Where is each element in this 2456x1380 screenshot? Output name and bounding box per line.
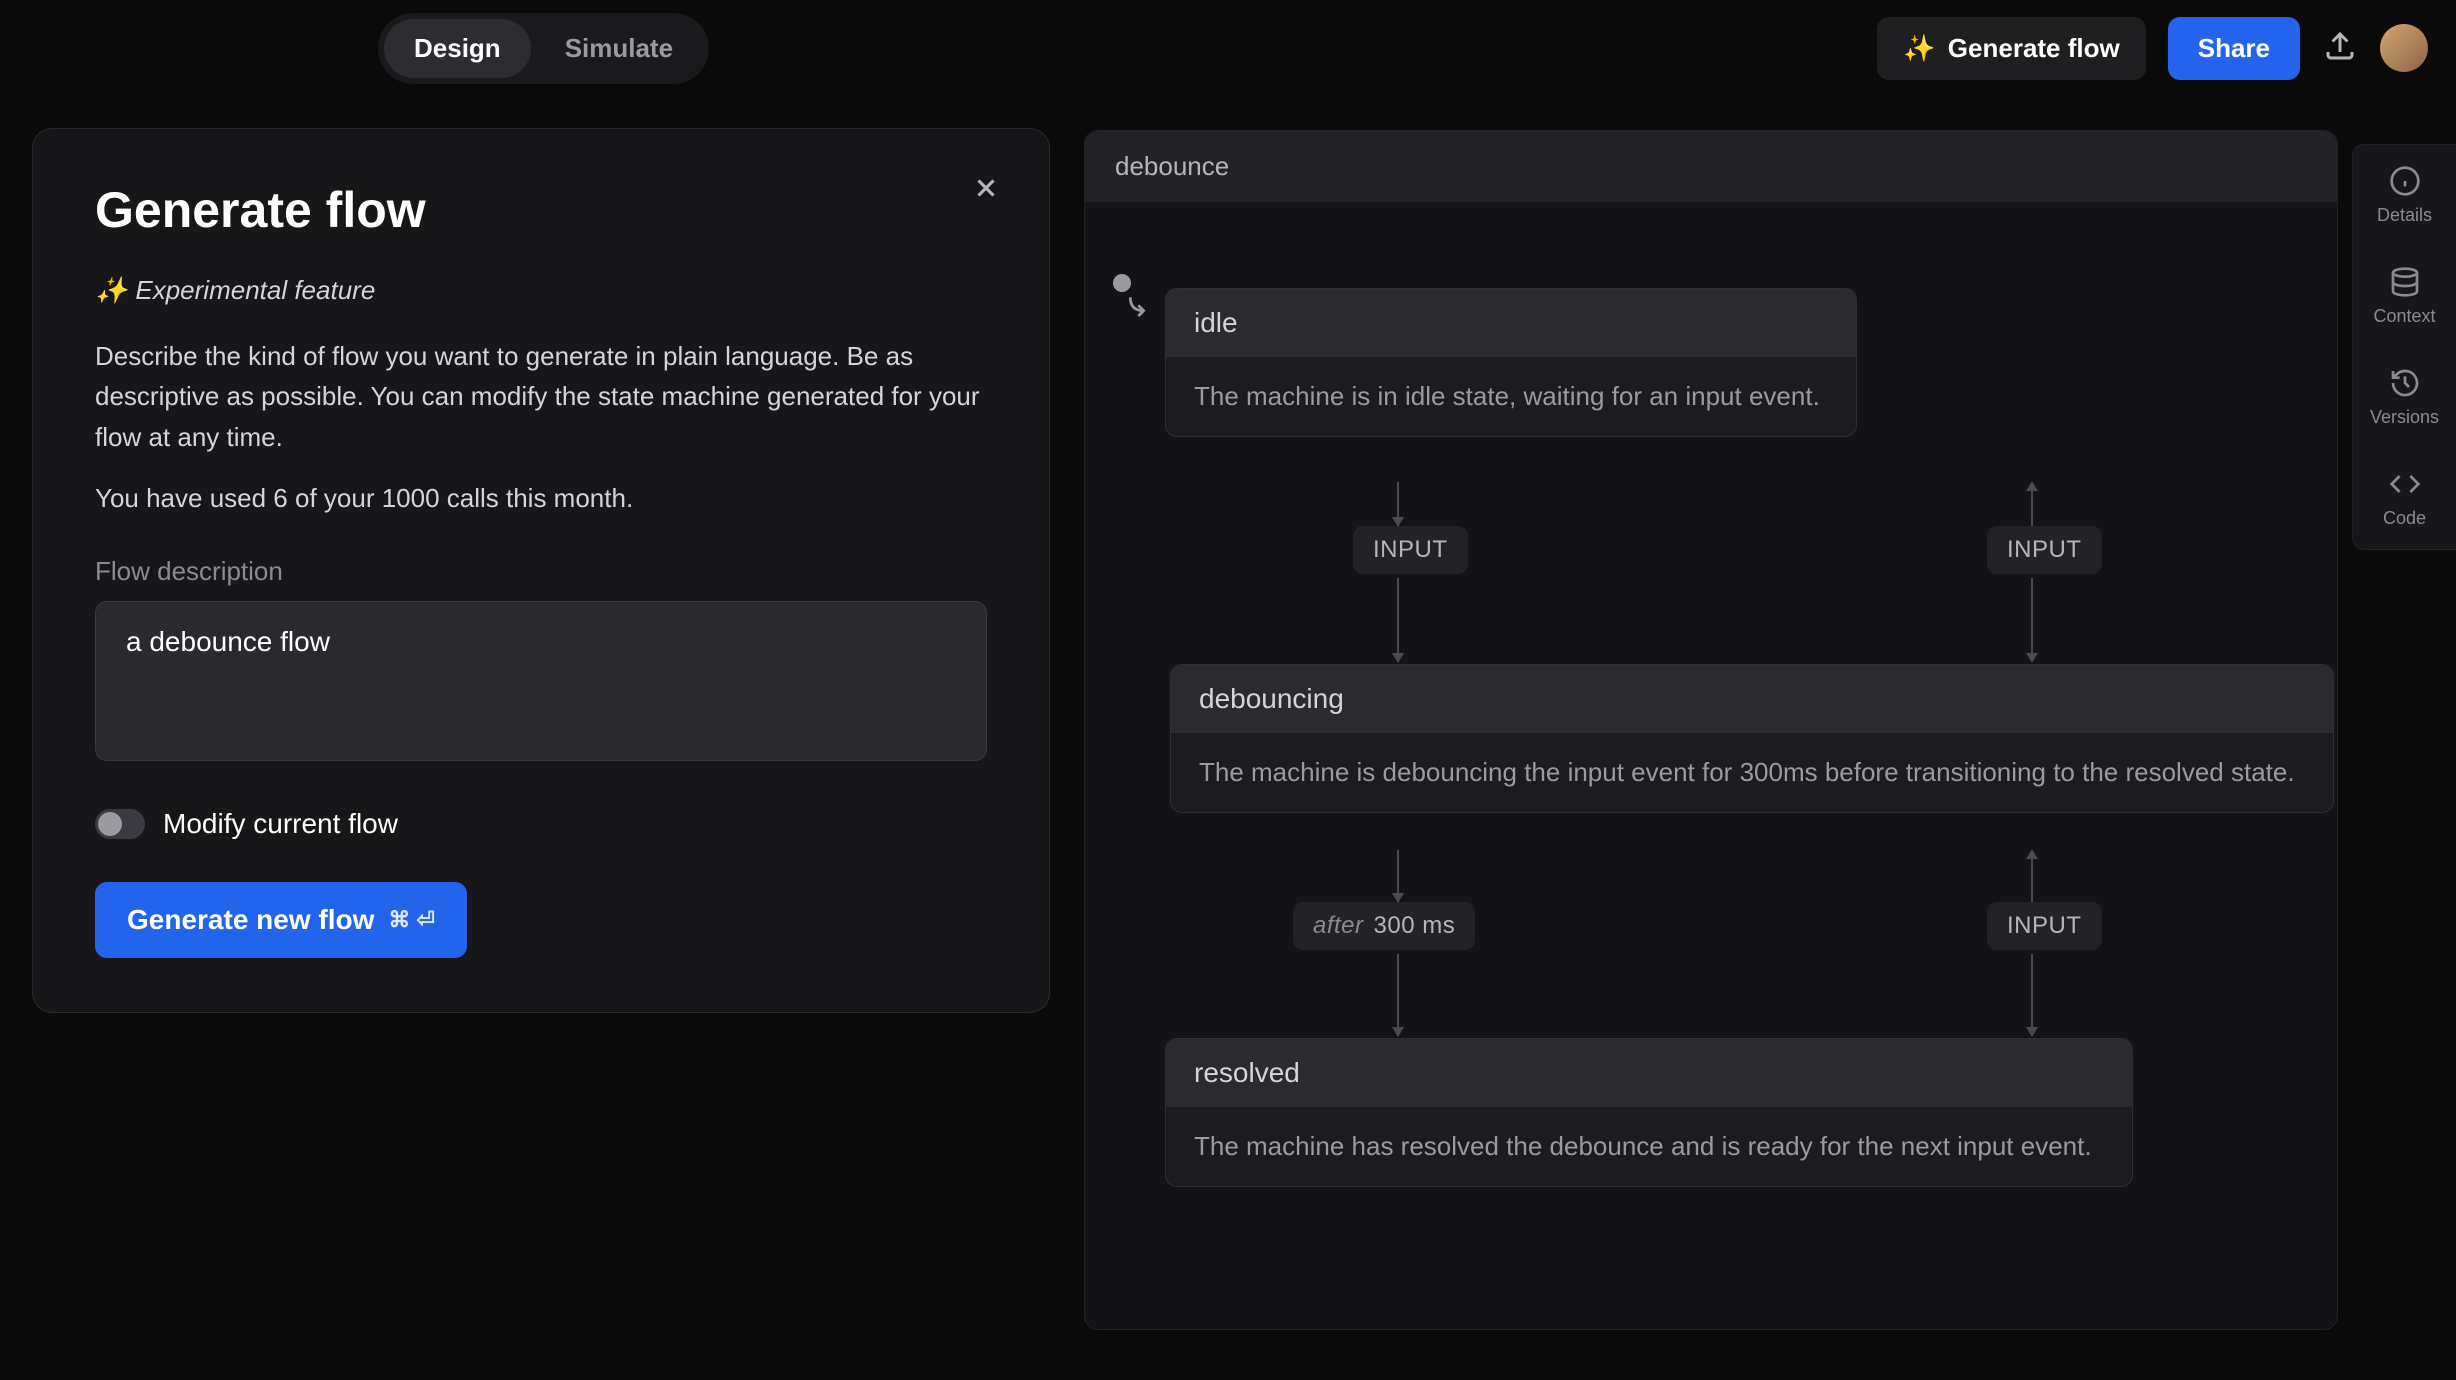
transition-input-3[interactable]: INPUT bbox=[1987, 902, 2102, 950]
tab-simulate[interactable]: Simulate bbox=[535, 19, 703, 78]
arrow-icon bbox=[2031, 482, 2033, 526]
sidebar-item-label: Code bbox=[2383, 508, 2426, 529]
modify-toggle-label: Modify current flow bbox=[163, 808, 398, 840]
sidebar-item-label: Context bbox=[2373, 306, 2435, 327]
state-debouncing-title: debouncing bbox=[1171, 665, 2333, 733]
arrow-icon bbox=[1397, 954, 1399, 1036]
sidebar-item-details[interactable]: Details bbox=[2353, 145, 2456, 246]
state-idle-desc: The machine is in idle state, waiting fo… bbox=[1166, 357, 1856, 436]
modify-current-flow-toggle[interactable] bbox=[95, 809, 145, 839]
initial-arrow-icon bbox=[1125, 292, 1157, 329]
tab-design[interactable]: Design bbox=[384, 19, 531, 78]
after-keyword: after bbox=[1313, 912, 1364, 939]
sidebar-item-context[interactable]: Context bbox=[2353, 246, 2456, 347]
arrow-icon bbox=[2031, 954, 2033, 1036]
generate-button-label: Generate new flow bbox=[127, 904, 374, 936]
close-icon[interactable] bbox=[971, 173, 1001, 208]
arrow-icon bbox=[1397, 850, 1399, 902]
generate-new-flow-button[interactable]: Generate new flow ⌘ ⏎ bbox=[95, 882, 467, 958]
shortcut-hint: ⌘ ⏎ bbox=[388, 907, 435, 933]
info-icon bbox=[2389, 165, 2421, 197]
state-idle-title: idle bbox=[1166, 289, 1856, 357]
generate-flow-label: Generate flow bbox=[1948, 33, 2120, 64]
state-canvas[interactable]: debounce idle The machine is in idle sta… bbox=[1084, 130, 2338, 1330]
state-debouncing-desc: The machine is debouncing the input even… bbox=[1171, 733, 2333, 812]
right-sidebar: Details Context Versions Code bbox=[2352, 144, 2456, 550]
experimental-label: Experimental feature bbox=[135, 275, 375, 306]
database-icon bbox=[2389, 266, 2421, 298]
state-debouncing[interactable]: debouncing The machine is debouncing the… bbox=[1170, 664, 2334, 813]
after-value: 300 ms bbox=[1374, 912, 1456, 939]
modal-title: Generate flow bbox=[95, 181, 987, 239]
sidebar-item-code[interactable]: Code bbox=[2353, 448, 2456, 549]
initial-state-dot bbox=[1113, 274, 1131, 292]
canvas-title[interactable]: debounce bbox=[1085, 131, 2337, 202]
modify-toggle-row: Modify current flow bbox=[95, 808, 987, 840]
code-icon bbox=[2389, 468, 2421, 500]
flow-description-input[interactable] bbox=[95, 601, 987, 761]
generate-flow-button[interactable]: ✨ Generate flow bbox=[1877, 17, 2145, 80]
sidebar-item-label: Versions bbox=[2370, 407, 2439, 428]
share-button[interactable]: Share bbox=[2168, 17, 2300, 80]
arrow-icon bbox=[2031, 578, 2033, 662]
modal-usage: You have used 6 of your 1000 calls this … bbox=[95, 483, 987, 514]
topbar-actions: ✨ Generate flow Share bbox=[1877, 17, 2428, 80]
mode-tabs: Design Simulate bbox=[378, 13, 709, 84]
history-icon bbox=[2389, 367, 2421, 399]
diagram: idle The machine is in idle state, waiti… bbox=[1085, 202, 2337, 302]
transition-input-2[interactable]: INPUT bbox=[1987, 526, 2102, 574]
modal-description: Describe the kind of flow you want to ge… bbox=[95, 336, 985, 457]
transition-input-1[interactable]: INPUT bbox=[1353, 526, 1468, 574]
sidebar-item-label: Details bbox=[2377, 205, 2432, 226]
experimental-tag: ✨ Experimental feature bbox=[95, 275, 987, 306]
sparkles-icon: ✨ bbox=[1903, 33, 1935, 64]
state-resolved[interactable]: resolved The machine has resolved the de… bbox=[1165, 1038, 2133, 1187]
transition-after[interactable]: after 300 ms bbox=[1293, 902, 1475, 950]
topbar: Design Simulate ✨ Generate flow Share bbox=[0, 0, 2456, 96]
sparkles-icon: ✨ bbox=[95, 275, 127, 306]
generate-flow-modal: Generate flow ✨ Experimental feature Des… bbox=[32, 128, 1050, 1013]
sidebar-item-versions[interactable]: Versions bbox=[2353, 347, 2456, 448]
arrow-icon bbox=[2031, 850, 2033, 902]
avatar[interactable] bbox=[2380, 24, 2428, 72]
flow-description-label: Flow description bbox=[95, 556, 987, 587]
arrow-icon bbox=[1397, 482, 1399, 526]
state-idle[interactable]: idle The machine is in idle state, waiti… bbox=[1165, 288, 1857, 437]
state-resolved-desc: The machine has resolved the debounce an… bbox=[1166, 1107, 2132, 1186]
state-resolved-title: resolved bbox=[1166, 1039, 2132, 1107]
arrow-icon bbox=[1397, 578, 1399, 662]
export-icon[interactable] bbox=[2322, 28, 2358, 69]
